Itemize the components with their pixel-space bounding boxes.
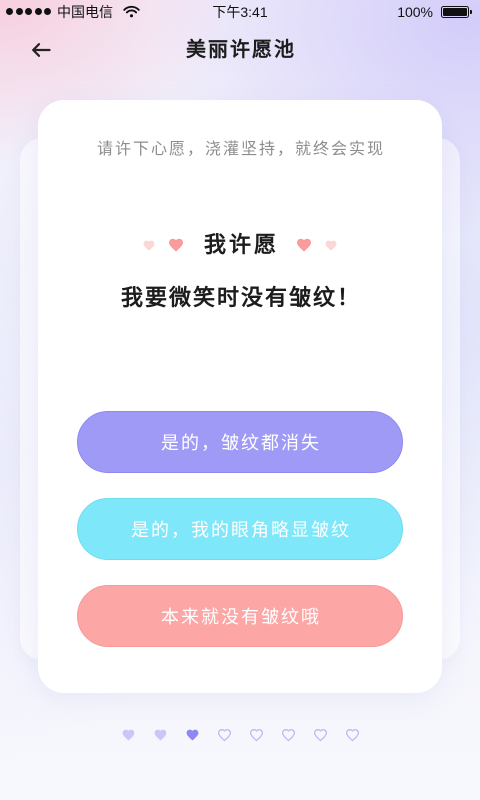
- decor-heart-icon: [297, 238, 311, 252]
- answer-option-label: 是的，我的眼角略显皱纹: [131, 520, 351, 540]
- page-indicator-heart-icon: [217, 729, 231, 742]
- battery-level-fill: [443, 8, 467, 16]
- page-indicator-heart-icon: [249, 729, 263, 742]
- page-title: 美丽许愿池: [186, 39, 296, 61]
- page-indicator-current-heart-icon: [186, 729, 199, 741]
- page-indicator-heart-icon: [313, 729, 327, 742]
- wish-heading-row: 我许愿: [38, 230, 442, 260]
- page-indicator-heart-icon: [281, 729, 295, 742]
- answer-option-3-button[interactable]: 本来就没有皱纹哦: [77, 585, 403, 647]
- status-bar: 中国电信 下午3:41 100%: [0, 0, 480, 24]
- decor-heart-small-icon: [143, 240, 155, 251]
- page-indicator-heart-icon: [122, 729, 135, 741]
- battery-icon: [441, 6, 469, 18]
- answer-option-label: 本来就没有皱纹哦: [161, 607, 321, 627]
- decor-heart-icon: [168, 238, 183, 252]
- page-indicator-heart-icon: [154, 729, 167, 741]
- wish-text: 我要微笑时没有皱纹！: [120, 285, 361, 310]
- wish-subtitle: 请许下心愿，浇灌坚持，就终会实现: [96, 141, 385, 158]
- wish-heading: 我许愿: [203, 232, 279, 257]
- answer-option-1-button[interactable]: 是的，皱纹都消失: [77, 411, 403, 473]
- decor-heart-small-icon: [325, 240, 337, 251]
- answer-option-2-button[interactable]: 是的，我的眼角略显皱纹: [77, 498, 403, 560]
- answer-option-label: 是的，皱纹都消失: [161, 433, 321, 453]
- battery-cap: [470, 10, 472, 14]
- page-indicator: [0, 729, 480, 742]
- wish-card: 请许下心愿，浇灌坚持，就终会实现 我许愿 我要微笑时没有皱纹！ 是的，皱纹都消失…: [38, 100, 442, 693]
- page-indicator-heart-icon: [345, 729, 359, 742]
- battery-percent: 100%: [397, 4, 433, 20]
